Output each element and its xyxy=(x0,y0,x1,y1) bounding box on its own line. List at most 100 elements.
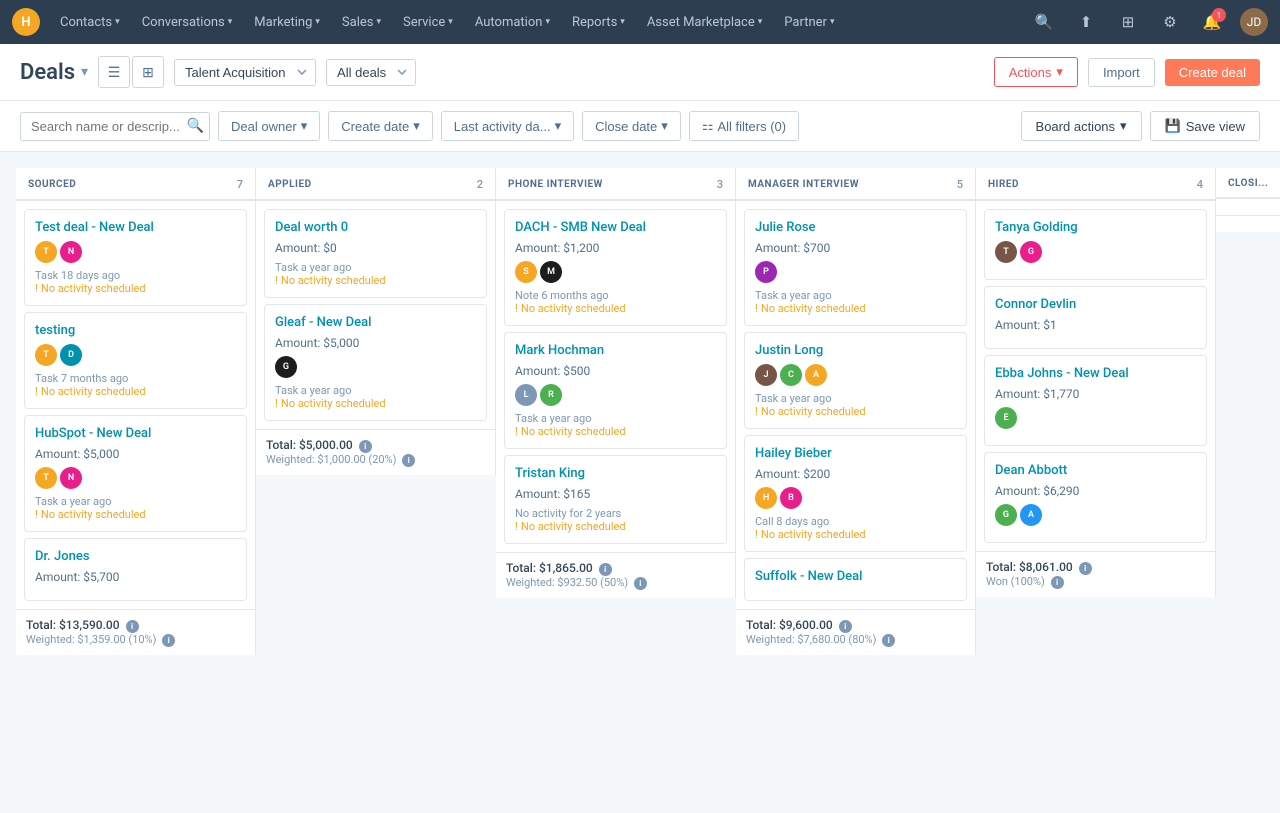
search-icon[interactable]: 🔍 xyxy=(187,118,204,134)
nav-conversations[interactable]: Conversations ▾ xyxy=(134,11,241,34)
marketplace-icon[interactable]: ⊞ xyxy=(1114,8,1142,36)
deal-card[interactable]: Gleaf - New Deal Amount: $5,000 G Task a… xyxy=(264,304,487,421)
notifications-icon[interactable]: 🔔 1 xyxy=(1198,8,1226,36)
deal-name[interactable]: Hailey Bieber xyxy=(755,446,956,463)
deal-name[interactable]: Tristan King xyxy=(515,466,716,483)
deal-name[interactable]: HubSpot - New Deal xyxy=(35,426,236,443)
deal-name[interactable]: DACH - SMB New Deal xyxy=(515,220,716,237)
pipeline-select[interactable]: Talent Acquisition xyxy=(174,59,316,86)
nav-icons: 🔍 ⬆ ⊞ ⚙ 🔔 1 JD xyxy=(1030,8,1268,36)
col-footer-phone_interview: Total: $1,865.00 i Weighted: $932.50 (50… xyxy=(496,552,735,598)
save-view-button[interactable]: 💾 Save view xyxy=(1150,111,1260,141)
deal-name[interactable]: Justin Long xyxy=(755,343,956,360)
search-input[interactable] xyxy=(20,112,210,141)
deal-name[interactable]: Dr. Jones xyxy=(35,549,236,566)
deal-card[interactable]: Tristan King Amount: $165 No activity fo… xyxy=(504,455,727,544)
deal-card[interactable]: Dr. Jones Amount: $5,700 xyxy=(24,538,247,601)
deal-card[interactable]: testing TD Task 7 months ago !No activit… xyxy=(24,312,247,409)
avatar[interactable]: JD xyxy=(1240,8,1268,36)
deal-card[interactable]: Hailey Bieber Amount: $200 HB Call 8 day… xyxy=(744,435,967,552)
deal-card[interactable]: Ebba Johns - New Deal Amount: $1,770 E xyxy=(984,355,1207,446)
avatar: M xyxy=(540,261,562,283)
board-view-btn[interactable]: ⊞ xyxy=(132,56,164,88)
deal-card[interactable]: Tanya Golding TG xyxy=(984,209,1207,280)
nav-service[interactable]: Service ▾ xyxy=(395,11,461,34)
top-nav: H Contacts ▾ Conversations ▾ Marketing ▾… xyxy=(0,0,1280,44)
deal-card[interactable]: HubSpot - New Deal Amount: $5,000 TN Tas… xyxy=(24,415,247,532)
col-cards-phone_interview: DACH - SMB New Deal Amount: $1,200 SM No… xyxy=(496,201,735,552)
nav-contacts[interactable]: Contacts ▾ xyxy=(52,11,128,34)
deal-name[interactable]: Dean Abbott xyxy=(995,463,1196,480)
deal-card[interactable]: Justin Long JCA Task a year ago !No acti… xyxy=(744,332,967,429)
nav-reports[interactable]: Reports ▾ xyxy=(564,11,633,34)
warning-icon: ! xyxy=(275,274,278,287)
avatar: S xyxy=(515,261,537,283)
col-total: Total: $9,600.00 i xyxy=(746,618,965,633)
all-filters-btn[interactable]: ⚏ All filters (0) xyxy=(689,111,799,141)
create-date-filter[interactable]: Create date ▾ xyxy=(328,111,432,141)
chevron-icon: ▾ xyxy=(376,17,381,27)
deal-name[interactable]: Mark Hochman xyxy=(515,343,716,360)
info-icon[interactable]: i xyxy=(599,563,612,576)
col-weighted: Won (100%) i xyxy=(986,575,1205,589)
chevron-icon: ▾ xyxy=(758,17,763,27)
deal-activity: Note 6 months ago xyxy=(515,289,716,302)
deals-dropdown-icon[interactable]: ▾ xyxy=(81,64,88,80)
info-icon[interactable]: i xyxy=(882,634,895,647)
deal-name[interactable]: Connor Devlin xyxy=(995,297,1196,314)
logo[interactable]: H xyxy=(12,8,40,36)
deal-card[interactable]: Suffolk - New Deal xyxy=(744,558,967,601)
nav-automation[interactable]: Automation ▾ xyxy=(467,11,558,34)
create-deal-button[interactable]: Create deal xyxy=(1165,59,1260,86)
nav-partner[interactable]: Partner ▾ xyxy=(776,11,842,34)
deal-name[interactable]: Julie Rose xyxy=(755,220,956,237)
info-icon[interactable]: i xyxy=(126,620,139,633)
list-view-btn[interactable]: ☰ xyxy=(98,56,130,88)
upgrade-icon[interactable]: ⬆ xyxy=(1072,8,1100,36)
deal-card[interactable]: Test deal - New Deal TN Task 18 days ago… xyxy=(24,209,247,306)
import-button[interactable]: Import xyxy=(1088,58,1155,87)
avatar: T xyxy=(995,241,1017,263)
search-icon[interactable]: 🔍 xyxy=(1030,8,1058,36)
info-icon[interactable]: i xyxy=(1079,562,1092,575)
last-activity-filter[interactable]: Last activity da... ▾ xyxy=(441,111,574,141)
deal-card[interactable]: Julie Rose Amount: $700 P Task a year ag… xyxy=(744,209,967,326)
deal-warning: !No activity scheduled xyxy=(755,405,956,418)
deal-card[interactable]: Connor Devlin Amount: $1 xyxy=(984,286,1207,349)
info-icon[interactable]: i xyxy=(359,440,372,453)
nav-sales[interactable]: Sales ▾ xyxy=(334,11,389,34)
board-actions-button[interactable]: Board actions ▾ xyxy=(1021,111,1142,141)
nav-marketing[interactable]: Marketing ▾ xyxy=(246,11,328,34)
deal-card[interactable]: Dean Abbott Amount: $6,290 GA xyxy=(984,452,1207,543)
column-sourced: SOURCED 7 Test deal - New Deal TN Task 1… xyxy=(16,168,256,655)
deal-card[interactable]: DACH - SMB New Deal Amount: $1,200 SM No… xyxy=(504,209,727,326)
deal-name[interactable]: Test deal - New Deal xyxy=(35,220,236,237)
info-icon[interactable]: i xyxy=(402,454,415,467)
filter-icon: ⚏ xyxy=(702,118,714,134)
deal-name[interactable]: Tanya Golding xyxy=(995,220,1196,237)
deal-name[interactable]: Deal worth 0 xyxy=(275,220,476,237)
info-icon[interactable]: i xyxy=(634,577,647,590)
deal-name[interactable]: Ebba Johns - New Deal xyxy=(995,366,1196,383)
deal-activity: Task a year ago xyxy=(275,384,476,397)
deal-card[interactable]: Mark Hochman Amount: $500 LR Task a year… xyxy=(504,332,727,449)
chevron-icon: ▾ xyxy=(661,118,668,134)
close-date-filter[interactable]: Close date ▾ xyxy=(582,111,681,141)
actions-button[interactable]: Actions ▾ xyxy=(994,57,1078,87)
deal-amount: Amount: $700 xyxy=(755,241,956,255)
warning-icon: ! xyxy=(755,528,758,541)
info-icon[interactable]: i xyxy=(839,620,852,633)
deal-avatars: TN xyxy=(35,241,236,263)
nav-asset-marketplace[interactable]: Asset Marketplace ▾ xyxy=(639,11,770,34)
deal-card[interactable]: Deal worth 0 Amount: $0 Task a year ago … xyxy=(264,209,487,298)
deal-owner-filter[interactable]: Deal owner ▾ xyxy=(218,111,320,141)
deal-name[interactable]: Gleaf - New Deal xyxy=(275,315,476,332)
all-deals-select[interactable]: All deals xyxy=(326,59,416,86)
info-icon[interactable]: i xyxy=(162,634,175,647)
deal-avatars: TN xyxy=(35,467,236,489)
info-icon[interactable]: i xyxy=(1051,576,1064,589)
settings-icon[interactable]: ⚙ xyxy=(1156,8,1184,36)
deal-name[interactable]: Suffolk - New Deal xyxy=(755,569,956,586)
filter-bar: 🔍 Deal owner ▾ Create date ▾ Last activi… xyxy=(0,101,1280,152)
deal-name[interactable]: testing xyxy=(35,323,236,340)
